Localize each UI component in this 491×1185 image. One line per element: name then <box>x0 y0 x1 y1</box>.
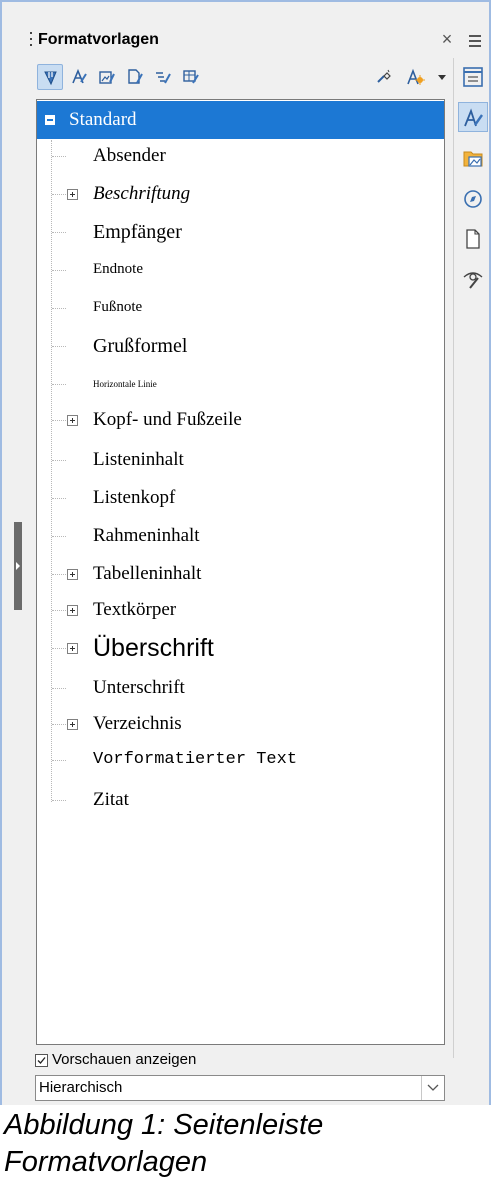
preview-checkbox[interactable] <box>35 1054 48 1067</box>
expand-icon[interactable] <box>67 415 78 426</box>
style-tree-item[interactable]: Absender <box>37 138 444 174</box>
expand-icon[interactable] <box>67 605 78 616</box>
list-styles-icon[interactable] <box>150 64 176 90</box>
style-tree-item-label: Absender <box>93 145 166 166</box>
sidebar-tab-bar <box>453 58 491 1058</box>
style-tree-item[interactable]: Listenkopf <box>37 480 444 516</box>
style-tree-item[interactable]: Horizontale Linie <box>37 366 444 402</box>
style-tree-item-label: Unterschrift <box>93 677 185 698</box>
style-tree-item-label: Fußnote <box>93 299 143 315</box>
chevron-down-icon[interactable] <box>438 75 446 80</box>
style-tree-item[interactable]: Vorformatierter Text <box>37 742 444 778</box>
character-styles-icon[interactable] <box>66 64 92 90</box>
style-tree-item[interactable]: Rahmeninhalt <box>37 518 444 554</box>
style-tree-item-label: Beschriftung <box>93 183 191 204</box>
style-tree-item[interactable]: Textkörper <box>37 592 444 628</box>
style-tree-item-label: Vorformatierter Text <box>93 750 298 769</box>
style-tree-item-label: Tabelleninhalt <box>93 563 202 584</box>
filter-value: Hierarchisch <box>39 1079 123 1096</box>
preview-label: Vorschauen anzeigen <box>52 1051 197 1068</box>
style-tree-item-label: Zitat <box>93 789 129 810</box>
style-tree-item[interactable]: Fußnote <box>37 290 444 326</box>
style-tree-item[interactable]: Standard <box>37 101 444 139</box>
style-tree-item[interactable]: Zitat <box>37 782 444 818</box>
style-tree-item[interactable]: Kopf- und Fußzeile <box>37 402 444 438</box>
collapse-icon[interactable] <box>45 115 55 125</box>
style-tree-item-label: Grußformel <box>93 335 188 357</box>
navigator-icon[interactable] <box>458 184 488 214</box>
panel-header: Formatvorlagen × <box>28 29 491 55</box>
style-filter-select[interactable]: Hierarchisch <box>35 1075 445 1101</box>
properties-icon[interactable] <box>458 62 488 92</box>
expand-icon[interactable] <box>67 569 78 580</box>
close-icon[interactable]: × <box>438 29 456 51</box>
style-tree-item-label: Listenkopf <box>93 487 176 508</box>
expand-icon[interactable] <box>67 643 78 654</box>
style-tree-item[interactable]: Beschriftung <box>37 176 444 212</box>
style-tree-item-label: Horizontale Linie <box>93 379 157 389</box>
grip-icon[interactable] <box>28 29 34 51</box>
style-tree-item-label: Verzeichnis <box>93 713 182 734</box>
fill-format-mode-icon[interactable] <box>371 64 397 90</box>
page-styles-icon[interactable] <box>122 64 148 90</box>
style-tree[interactable]: Standard Absender Beschriftung Empfänger End… <box>36 99 445 1045</box>
style-tree-item[interactable]: Überschrift <box>37 630 444 666</box>
style-tree-item-label: Kopf- und Fußzeile <box>93 409 242 430</box>
caption-line-1: Abbildung 1: Seitenleiste <box>4 1109 324 1141</box>
style-tree-item-label: Listeninhalt <box>93 449 184 470</box>
style-tree-item[interactable]: Endnote <box>37 252 444 288</box>
caption-line-2: Formatvorlagen <box>4 1146 208 1178</box>
style-tree-item[interactable]: Listeninhalt <box>37 442 444 478</box>
style-tree-item-label: Endnote <box>93 261 143 277</box>
new-style-from-selection-icon[interactable] <box>403 64 429 90</box>
style-tree-item[interactable]: Verzeichnis <box>37 706 444 742</box>
panel-title: Formatvorlagen <box>38 31 159 48</box>
style-tree-item-label: Überschrift <box>93 634 214 662</box>
styles-sidebar: Formatvorlagen × Standard Absender Besch… <box>0 0 491 1105</box>
style-tree-item-label: Rahmeninhalt <box>93 525 200 546</box>
style-tree-item-label: Textkörper <box>93 599 177 620</box>
style-category-toolbar <box>37 64 447 92</box>
frame-styles-icon[interactable] <box>94 64 120 90</box>
sidebar-collapse-handle[interactable] <box>14 522 22 610</box>
figure-caption: Abbildung 1: Seitenleiste Formatvorlagen <box>4 1107 484 1181</box>
style-tree-item[interactable]: Unterschrift <box>37 670 444 706</box>
expand-icon[interactable] <box>67 719 78 730</box>
expand-icon[interactable] <box>67 189 78 200</box>
style-tree-item[interactable]: Grußformel <box>37 328 444 364</box>
style-tree-item[interactable]: Empfänger <box>37 214 444 250</box>
chevron-down-icon[interactable] <box>421 1076 444 1100</box>
style-tree-item-label: Empfänger <box>93 221 182 243</box>
style-tree-item-label: Standard <box>69 109 137 130</box>
style-inspector-icon[interactable] <box>458 264 488 294</box>
page-icon[interactable] <box>458 224 488 254</box>
table-styles-icon[interactable] <box>178 64 204 90</box>
styles-icon[interactable] <box>458 102 488 132</box>
style-tree-item[interactable]: Tabelleninhalt <box>37 556 444 592</box>
tree-guide-line <box>51 140 52 802</box>
paragraph-styles-icon[interactable] <box>37 64 63 90</box>
gallery-icon[interactable] <box>458 144 488 174</box>
hamburger-menu-icon[interactable] <box>469 34 483 48</box>
